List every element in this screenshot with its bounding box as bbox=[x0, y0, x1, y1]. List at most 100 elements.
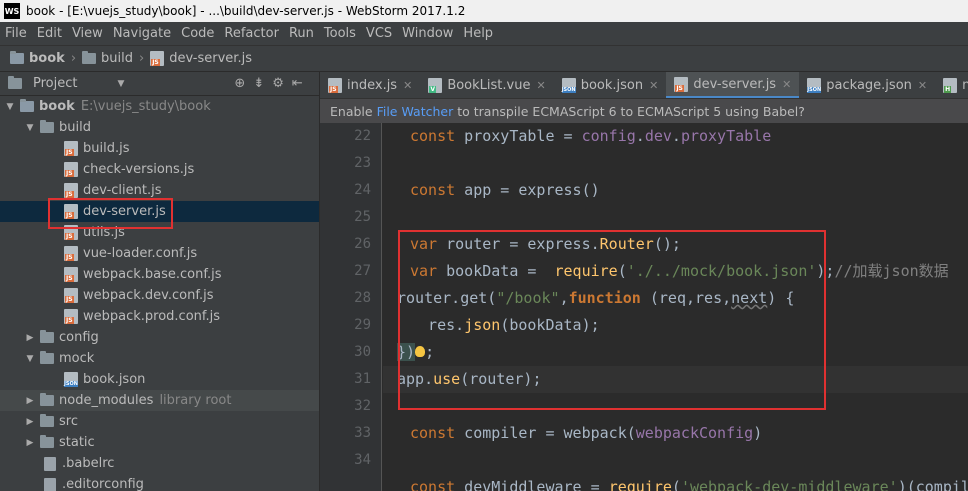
tree-item-build-js[interactable]: build.js bbox=[0, 138, 319, 159]
line-number: 30 bbox=[354, 344, 371, 360]
menu-refactor[interactable]: Refactor bbox=[219, 26, 284, 41]
js-file-icon bbox=[64, 183, 78, 198]
folder-icon bbox=[40, 393, 54, 406]
js-file-icon bbox=[64, 246, 78, 261]
tree-item-webpack-base-conf-js[interactable]: webpack.base.conf.js bbox=[0, 264, 319, 285]
line-number: 23 bbox=[354, 155, 371, 171]
tree-item-babelrc[interactable]: .babelrc bbox=[0, 453, 319, 474]
line-number: 26 bbox=[354, 236, 371, 252]
line-number: 22 bbox=[354, 128, 371, 144]
breadcrumb-separator: › bbox=[70, 51, 77, 66]
tree-item-check-versions-js[interactable]: check-versions.js bbox=[0, 159, 319, 180]
tree-item-webpack-dev-conf-js[interactable]: webpack.dev.conf.js bbox=[0, 285, 319, 306]
close-icon[interactable]: ✕ bbox=[536, 79, 545, 92]
project-view-selector[interactable]: Project bbox=[33, 76, 77, 91]
editor-tabs: index.js✕ BookList.vue✕ book.json✕ dev-s… bbox=[320, 72, 968, 99]
tab-index-js[interactable]: index.js✕ bbox=[320, 72, 420, 98]
collapse-arrow-icon[interactable]: ▶ bbox=[24, 333, 36, 343]
collapse-arrow-icon[interactable]: ▶ bbox=[24, 438, 36, 448]
menu-help[interactable]: Help bbox=[458, 26, 498, 41]
line-number: 28 bbox=[354, 290, 371, 306]
tree-item-src[interactable]: ▶ src bbox=[0, 411, 319, 432]
folder-icon bbox=[20, 99, 34, 112]
file-watcher-banner: Enable File Watcher to transpile ECMAScr… bbox=[320, 99, 968, 123]
project-icon bbox=[8, 76, 22, 89]
code-line-35: const devMiddleware = require('webpack-d… bbox=[410, 478, 968, 491]
folder-icon bbox=[40, 435, 54, 448]
breadcrumb: book › build › dev-server.js bbox=[0, 46, 968, 72]
file-highlight-box bbox=[48, 198, 173, 229]
js-file-icon bbox=[64, 288, 78, 303]
title-bar: WS book - [E:\vuejs_study\book] - ...\bu… bbox=[0, 0, 968, 22]
json-file-icon bbox=[561, 78, 576, 93]
tab-package-json[interactable]: package.json✕ bbox=[799, 72, 935, 98]
collapse-all-icon[interactable]: ⇟ bbox=[253, 76, 264, 91]
code-line-22: const proxyTable = config.dev.proxyTable bbox=[410, 127, 772, 145]
tree-item-node-modules[interactable]: ▶ node_modules library root bbox=[0, 390, 319, 411]
js-file-icon bbox=[674, 76, 689, 92]
menu-navigate[interactable]: Navigate bbox=[108, 26, 176, 41]
menu-file[interactable]: File bbox=[0, 26, 32, 41]
tree-item-webpack-prod-conf-js[interactable]: webpack.prod.conf.js bbox=[0, 306, 319, 327]
webstorm-logo-icon: WS bbox=[4, 3, 20, 19]
tree-item-static[interactable]: ▶ static bbox=[0, 432, 319, 453]
expand-arrow-icon[interactable]: ▼ bbox=[4, 102, 16, 112]
tree-item-mock[interactable]: ▼ mock bbox=[0, 348, 319, 369]
menu-edit[interactable]: Edit bbox=[32, 26, 67, 41]
menu-window[interactable]: Window bbox=[397, 26, 458, 41]
project-tree: ▼ book E:\vuejs_study\book ▼ build build… bbox=[0, 96, 319, 491]
menu-view[interactable]: View bbox=[67, 26, 108, 41]
tree-item-book[interactable]: ▼ book E:\vuejs_study\book bbox=[0, 96, 319, 117]
tree-item-book-json[interactable]: book.json bbox=[0, 369, 319, 390]
breadcrumb-book[interactable]: book bbox=[0, 51, 69, 66]
tree-item-vue-loader-conf-js[interactable]: vue-loader.conf.js bbox=[0, 243, 319, 264]
close-icon[interactable]: ✕ bbox=[403, 79, 412, 92]
breadcrumb-dev-server[interactable]: dev-server.js bbox=[146, 51, 256, 66]
json-file-icon bbox=[807, 78, 822, 93]
breadcrumb-build[interactable]: build bbox=[78, 51, 137, 66]
js-file-icon bbox=[64, 162, 78, 177]
close-icon[interactable]: ✕ bbox=[782, 78, 791, 91]
close-icon[interactable]: ✕ bbox=[649, 79, 658, 92]
window-title: book - [E:\vuejs_study\book] - ...\build… bbox=[26, 4, 466, 18]
collapse-arrow-icon[interactable]: ▶ bbox=[24, 396, 36, 406]
gear-icon[interactable]: ⚙ bbox=[272, 76, 284, 91]
scroll-from-source-icon[interactable]: ⊕ bbox=[234, 76, 245, 91]
menu-tools[interactable]: Tools bbox=[319, 26, 361, 41]
line-number: 25 bbox=[354, 209, 371, 225]
folder-icon bbox=[40, 330, 54, 343]
line-number: 32 bbox=[354, 398, 371, 414]
tab-navbrea[interactable]: navBrea bbox=[935, 72, 968, 98]
line-number: 33 bbox=[354, 425, 371, 441]
config-file-icon bbox=[44, 456, 56, 471]
hide-panel-icon[interactable]: ⇤ bbox=[292, 76, 303, 91]
chevron-down-icon[interactable]: ▼ bbox=[117, 79, 124, 89]
js-file-icon bbox=[150, 51, 165, 66]
expand-arrow-icon[interactable]: ▼ bbox=[24, 123, 36, 133]
tree-item-config[interactable]: ▶ config bbox=[0, 327, 319, 348]
tree-item-build[interactable]: ▼ build bbox=[0, 117, 319, 138]
tree-item-editorconfig[interactable]: .editorconfig bbox=[0, 474, 319, 491]
tab-booklist-vue[interactable]: BookList.vue✕ bbox=[420, 72, 553, 98]
folder-icon bbox=[10, 51, 24, 64]
folder-icon bbox=[40, 351, 54, 364]
folder-icon bbox=[40, 120, 54, 133]
menu-vcs[interactable]: VCS bbox=[361, 26, 397, 41]
expand-arrow-icon[interactable]: ▼ bbox=[24, 354, 36, 364]
collapse-arrow-icon[interactable]: ▶ bbox=[24, 417, 36, 427]
menu-code[interactable]: Code bbox=[176, 26, 219, 41]
code-line-24: const app = express() bbox=[410, 181, 600, 199]
tab-book-json[interactable]: book.json✕ bbox=[554, 72, 667, 98]
menu-run[interactable]: Run bbox=[284, 26, 319, 41]
menu-bar: File Edit View Navigate Code Refactor Ru… bbox=[0, 22, 968, 46]
breadcrumb-separator: › bbox=[139, 51, 145, 66]
file-watcher-link[interactable]: File Watcher bbox=[373, 104, 458, 119]
tab-dev-server-js[interactable]: dev-server.js✕ bbox=[666, 72, 800, 98]
folder-icon bbox=[40, 414, 54, 427]
js-file-icon bbox=[328, 78, 342, 93]
line-number: 24 bbox=[354, 182, 371, 198]
close-icon[interactable]: ✕ bbox=[918, 79, 927, 92]
